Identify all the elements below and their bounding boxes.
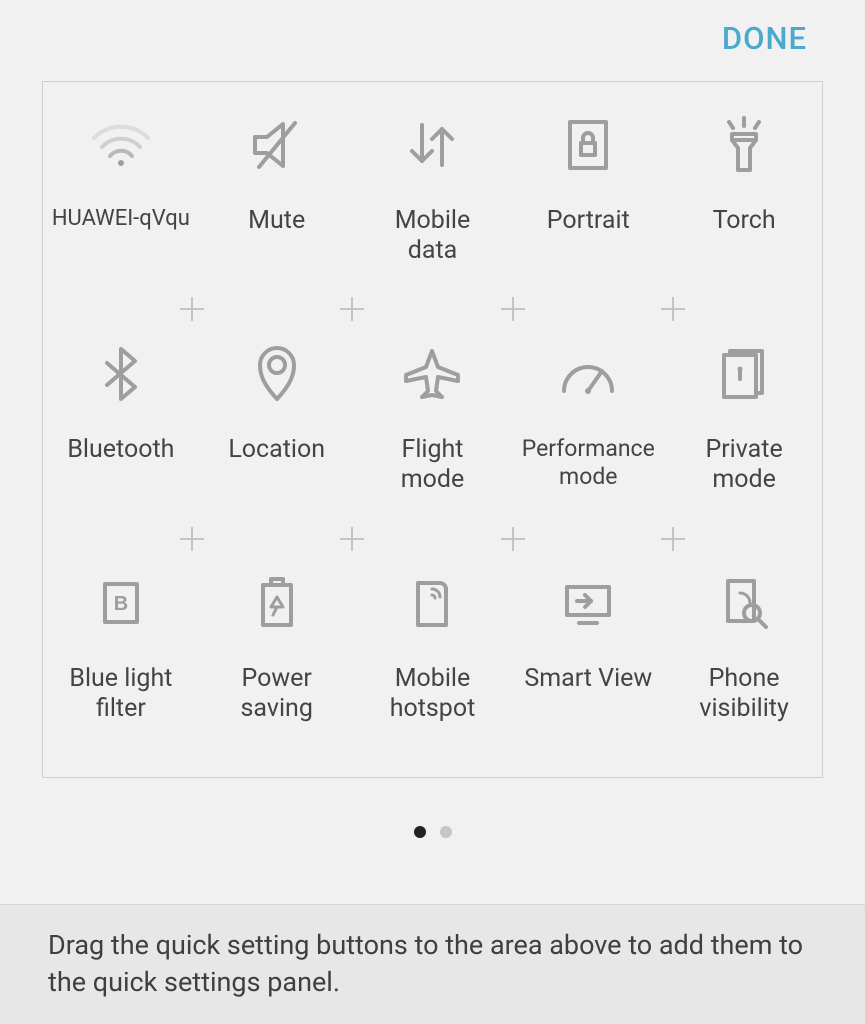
airplane-icon bbox=[402, 339, 462, 409]
tile-private-mode[interactable]: Private mode bbox=[666, 319, 822, 548]
tile-mobile-data[interactable]: Mobile data bbox=[355, 90, 511, 319]
private-mode-icon bbox=[718, 339, 770, 409]
gauge-icon bbox=[558, 339, 618, 409]
page-dot[interactable] bbox=[440, 826, 452, 838]
hotspot-icon bbox=[410, 568, 454, 638]
tile-label: Mobile data bbox=[391, 206, 475, 266]
phone-visibility-icon bbox=[718, 568, 770, 638]
tile-portrait[interactable]: Portrait bbox=[510, 90, 666, 319]
smart-view-icon bbox=[559, 568, 617, 638]
location-icon bbox=[254, 339, 300, 409]
tile-label: Portrait bbox=[543, 206, 634, 236]
tile-power-saving[interactable]: Power saving bbox=[199, 548, 355, 777]
page-dot[interactable] bbox=[414, 826, 426, 838]
tile-performance-mode[interactable]: Performance mode bbox=[510, 319, 666, 548]
blue-light-icon: B bbox=[99, 568, 143, 638]
portrait-lock-icon bbox=[566, 110, 610, 180]
hint-text: Drag the quick setting buttons to the ar… bbox=[48, 929, 803, 997]
mobile-data-icon bbox=[404, 110, 460, 180]
bluetooth-icon bbox=[101, 339, 141, 409]
tile-label: Private mode bbox=[701, 435, 786, 495]
page-indicator[interactable] bbox=[0, 826, 865, 838]
quick-settings-panel: HUAWEI-qVqu Mute Mobile data bbox=[42, 81, 823, 778]
tile-label: Torch bbox=[709, 206, 780, 236]
mute-icon bbox=[249, 110, 305, 180]
done-button[interactable]: DONE bbox=[722, 20, 807, 57]
tile-smart-view[interactable]: Smart View bbox=[510, 548, 666, 777]
tile-bluetooth[interactable]: Bluetooth bbox=[43, 319, 199, 548]
tile-wifi[interactable]: HUAWEI-qVqu bbox=[43, 90, 199, 319]
torch-icon bbox=[719, 110, 769, 180]
tile-mobile-hotspot[interactable]: Mobile hotspot bbox=[355, 548, 511, 777]
tile-label: Performance mode bbox=[518, 435, 659, 490]
tile-label: Mobile hotspot bbox=[386, 664, 480, 724]
tile-location[interactable]: Location bbox=[199, 319, 355, 548]
tile-phone-visibility[interactable]: Phone visibility bbox=[666, 548, 822, 777]
tile-label: Location bbox=[224, 435, 329, 465]
tile-label: Flight mode bbox=[397, 435, 469, 495]
wifi-icon bbox=[90, 110, 152, 180]
battery-recycle-icon bbox=[257, 568, 297, 638]
tile-label: Mute bbox=[244, 206, 309, 236]
tile-label: Bluetooth bbox=[63, 435, 178, 465]
tile-mute[interactable]: Mute bbox=[199, 90, 355, 319]
tile-label: HUAWEI-qVqu bbox=[48, 206, 194, 232]
hint-footer: Drag the quick setting buttons to the ar… bbox=[0, 904, 865, 1024]
tile-torch[interactable]: Torch bbox=[666, 90, 822, 319]
tile-label: Power saving bbox=[237, 664, 317, 724]
tile-flight-mode[interactable]: Flight mode bbox=[355, 319, 511, 548]
tile-blue-light-filter[interactable]: B Blue light filter bbox=[43, 548, 199, 777]
svg-text:B: B bbox=[114, 593, 128, 615]
tile-label: Phone visibility bbox=[695, 664, 792, 724]
tile-label: Smart View bbox=[520, 664, 656, 694]
tile-label: Blue light filter bbox=[65, 664, 176, 724]
